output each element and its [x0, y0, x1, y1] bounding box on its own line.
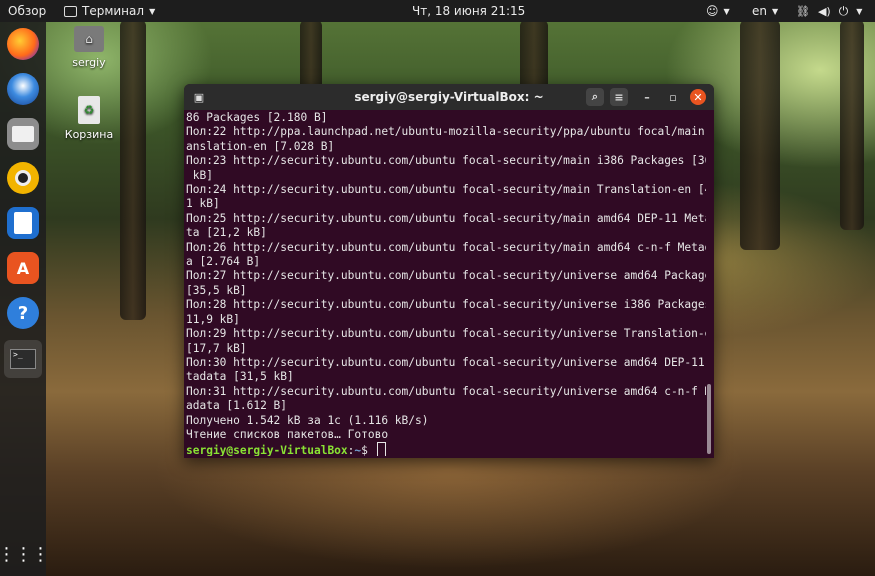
power-icon: ⏻: [838, 3, 849, 18]
terminal-line: ta [21,2 kB]: [186, 226, 267, 240]
terminal-window[interactable]: ▣ sergiy@sergiy-VirtualBox: ~ ⌕ ≡ – ▫ ✕ …: [184, 84, 714, 458]
volume-icon: ◀): [817, 4, 831, 18]
prompt-user: sergiy@sergiy-VirtualBox: [186, 444, 348, 456]
terminal-line: a [2.764 B]: [186, 255, 261, 269]
accessibility-menu[interactable]: ☺ ▼: [706, 0, 730, 22]
rhythmbox-icon[interactable]: [7, 162, 39, 194]
terminal-title: sergiy@sergiy-VirtualBox: ~: [354, 90, 544, 104]
terminal-line: Пол:24 http://security.ubuntu.com/ubuntu…: [186, 183, 706, 197]
app-menu-button[interactable]: Терминал ▼: [64, 0, 155, 22]
writer-icon[interactable]: [7, 207, 39, 239]
terminal-scrollbar[interactable]: [707, 384, 711, 454]
terminal-line: Пол:30 http://security.ubuntu.com/ubuntu…: [186, 355, 706, 369]
terminal-line: [17,7 kB]: [186, 341, 247, 355]
top-panel: Обзор Терминал ▼ Чт, 18 июня 21:15 ☺ ▼ e…: [0, 0, 875, 22]
wallpaper-tree: [840, 20, 864, 230]
firefox-icon[interactable]: [7, 28, 39, 60]
home-folder-label: sergiy: [72, 56, 106, 69]
dock: A ? >_ ⋮⋮⋮: [0, 22, 50, 576]
terminal-line: 86 Packages [2.180 B]: [186, 111, 328, 124]
language-menu[interactable]: en ▼: [752, 0, 778, 22]
trash-icon: ♻: [78, 96, 100, 124]
terminal-app-icon: [64, 5, 77, 17]
terminal-line: 1 kB]: [186, 197, 220, 211]
wallpaper-tree: [740, 20, 780, 250]
software-icon[interactable]: A: [7, 252, 39, 284]
minimize-icon[interactable]: –: [638, 88, 656, 106]
terminal-line: anslation-en [7.028 B]: [186, 139, 335, 153]
terminal-line: [35,5 kB]: [186, 283, 247, 297]
network-icon: ⛓: [796, 4, 810, 18]
terminal-line: Получено 1.542 kB за 1с (1.116 kB/s): [186, 413, 429, 427]
terminal-line: Пол:22 http://ppa.launchpad.net/ubuntu-m…: [186, 125, 706, 139]
search-icon[interactable]: ⌕: [586, 88, 604, 106]
terminal-output[interactable]: 86 Packages [2.180 B] Пол:22 http://ppa.l…: [186, 111, 706, 456]
app-menu-label: Терминал: [82, 4, 145, 18]
menu-icon[interactable]: ≡: [610, 88, 628, 106]
apps-grid-icon[interactable]: ⋮⋮⋮: [0, 538, 50, 570]
terminal-line: Чтение списков пакетов… Готово: [186, 427, 389, 441]
terminal-line: Пол:26 http://security.ubuntu.com/ubuntu…: [186, 240, 706, 254]
folder-home-icon: ⌂: [74, 26, 104, 52]
terminal-prompt-line[interactable]: sergiy@sergiy-VirtualBox:~$: [186, 442, 706, 456]
files-icon[interactable]: [7, 118, 39, 150]
terminal-line: Пол:29 http://security.ubuntu.com/ubuntu…: [186, 327, 706, 341]
terminal-line: Пол:31 http://security.ubuntu.com/ubuntu…: [186, 384, 706, 398]
terminal-line: Пол:23 http://security.ubuntu.com/ubuntu…: [186, 154, 706, 168]
maximize-icon[interactable]: ▫: [664, 88, 682, 106]
activities-button[interactable]: Обзор: [8, 0, 46, 22]
terminal-line: Пол:25 http://security.ubuntu.com/ubuntu…: [186, 211, 706, 225]
terminal-line: tadata [31,5 kB]: [186, 370, 294, 384]
chevron-down-icon: ▼: [856, 6, 863, 16]
help-icon[interactable]: ?: [7, 297, 39, 329]
terminal-line: adata [1.612 B]: [186, 399, 288, 413]
thunderbird-icon[interactable]: [7, 73, 39, 105]
new-tab-icon[interactable]: ▣: [190, 88, 208, 106]
chevron-down-icon: ▼: [772, 6, 779, 16]
activities-label: Обзор: [8, 4, 47, 18]
system-menu[interactable]: ⛓ ◀) ⏻ ▼: [796, 0, 862, 22]
terminal-line: Пол:28 http://security.ubuntu.com/ubuntu…: [186, 298, 706, 312]
terminal-titlebar[interactable]: ▣ sergiy@sergiy-VirtualBox: ~ ⌕ ≡ – ▫ ✕: [184, 84, 714, 110]
trash-desktop-icon[interactable]: ♻ Корзина: [54, 96, 124, 141]
close-icon[interactable]: ✕: [690, 89, 706, 105]
language-label: en: [752, 4, 767, 18]
terminal-icon[interactable]: >_: [4, 340, 42, 378]
terminal-line: Пол:27 http://security.ubuntu.com/ubuntu…: [186, 269, 706, 283]
clock-label: Чт, 18 июня 21:15: [412, 4, 526, 18]
chevron-down-icon: ▼: [149, 6, 156, 16]
cursor: [376, 442, 386, 456]
chevron-down-icon: ▼: [723, 6, 730, 16]
trash-label: Корзина: [64, 128, 114, 141]
accessibility-icon: ☺: [706, 4, 719, 18]
home-folder-desktop-icon[interactable]: ⌂ sergiy: [54, 26, 124, 69]
clock-button[interactable]: Чт, 18 июня 21:15: [412, 0, 525, 22]
prompt-symbol: $: [361, 444, 375, 456]
terminal-line: 11,9 kB]: [186, 312, 240, 326]
terminal-line: kB]: [186, 168, 213, 182]
